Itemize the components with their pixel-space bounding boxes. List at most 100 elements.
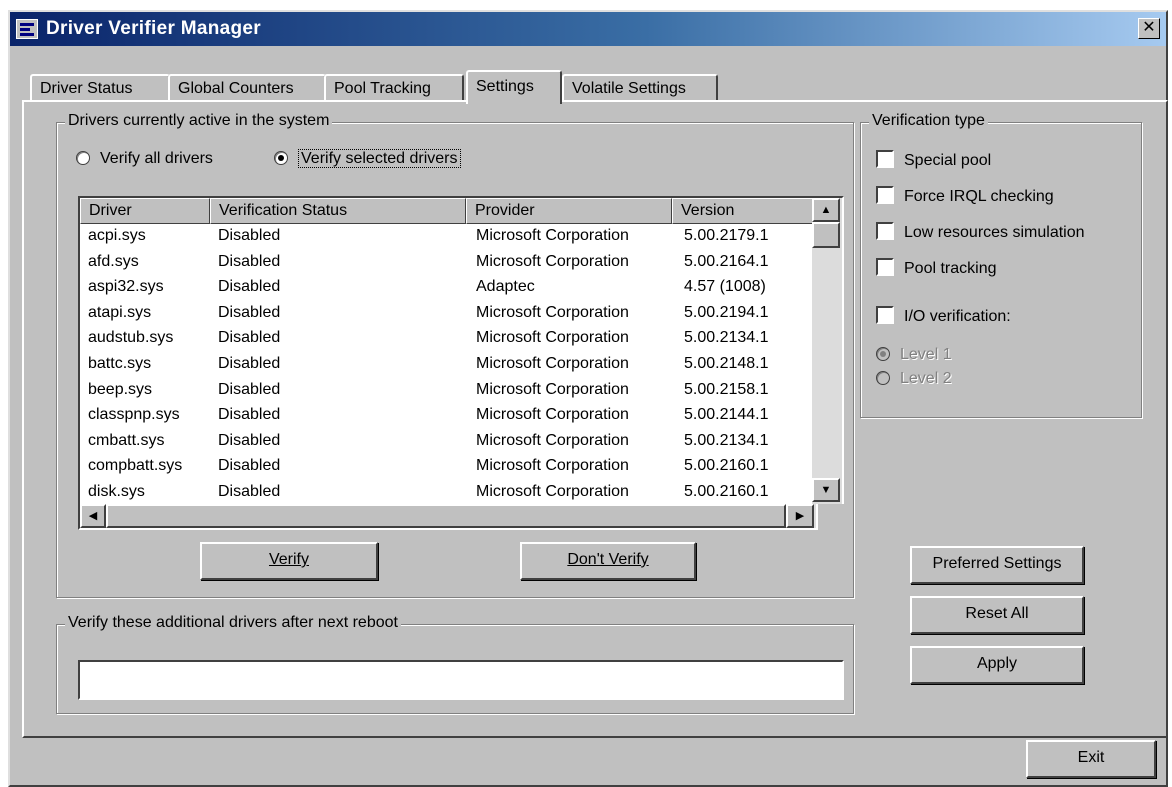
provider-cell: Microsoft Corporation [476,303,629,321]
pool-tracking-checkbox[interactable]: Pool tracking [876,258,997,278]
radio-circle [876,347,890,361]
additional-drivers-label: Verify these additional drivers after ne… [65,614,401,632]
verify-selected-label: Verify selected drivers [298,149,461,168]
table-row[interactable]: beep.sys Disabled Microsoft Corporation 5.0… [80,380,816,406]
checkbox-box [876,150,894,168]
driver-cell: battc.sys [88,354,152,372]
driver-cell: afd.sys [88,252,139,270]
exit-button[interactable]: Exit [1026,740,1156,778]
driver-list[interactable]: Driver Verification Status Provider Vers… [78,196,818,530]
status-cell: Disabled [218,482,281,500]
version-cell: 5.00.2134.1 [684,329,769,347]
dont-verify-button[interactable]: Don't Verify [520,542,696,580]
reset-all-button[interactable]: Reset All [910,596,1084,634]
pool-tracking-label: Pool tracking [904,260,997,277]
provider-cell: Microsoft Corporation [476,252,629,270]
driver-cell: beep.sys [88,380,153,398]
close-button[interactable]: ✕ [1138,18,1160,39]
scroll-up-arrow-icon[interactable]: ▲ [812,198,840,222]
version-cell: 5.00.2144.1 [684,406,769,424]
status-cell: Disabled [218,303,281,321]
io-verification-checkbox[interactable]: I/O verification: [876,306,1011,326]
version-cell: 5.00.2164.1 [684,252,769,270]
tab-global-counters[interactable]: Global Counters [168,74,326,102]
status-cell: Disabled [218,278,281,296]
list-vertical-scrollbar[interactable]: ▲ ▼ [812,196,844,504]
force-irql-label: Force IRQL checking [904,188,1054,205]
verify-button[interactable]: Verify [200,542,378,580]
table-row[interactable]: acpi.sys Disabled Microsoft Corporation 5.0… [80,226,816,252]
force-irql-checkbox[interactable]: Force IRQL checking [876,186,1054,206]
table-row[interactable]: battc.sys Disabled Microsoft Corporation 5.… [80,354,816,380]
horizontal-scroll-thumb[interactable] [106,504,786,528]
verify-button-label: Verify [268,551,309,568]
driver-cell: cmbatt.sys [88,431,165,449]
status-cell: Disabled [218,227,281,244]
radio-dot [880,351,886,357]
radio-circle [274,151,288,165]
special-pool-checkbox[interactable]: Special pool [876,150,991,170]
column-header-provider[interactable]: Provider [466,198,672,224]
tab-volatile-settings[interactable]: Volatile Settings [562,74,718,102]
apply-button[interactable]: Apply [910,646,1084,684]
list-rows: acpi.sys Disabled Microsoft Corporation 5.0… [80,226,816,506]
version-cell: 4.57 (1008) [684,278,766,296]
table-row[interactable]: compbatt.sys Disabled Microsoft Corporatio… [80,456,816,482]
provider-cell: Microsoft Corporation [476,406,629,424]
scroll-left-arrow-icon[interactable]: ◀ [80,504,106,528]
tab-driver-status[interactable]: Driver Status [30,74,170,102]
version-cell: 5.00.2160.1 [684,457,769,475]
column-header-driver[interactable]: Driver [80,198,210,224]
table-row[interactable]: audstub.sys Disabled Microsoft Corporation… [80,328,816,354]
driver-cell: audstub.sys [88,329,174,347]
level-1-label: Level 1 [900,346,952,363]
table-row[interactable]: disk.sys Disabled Microsoft Corporation 5.0… [80,482,816,506]
driver-cell: compbatt.sys [88,457,183,475]
title-bar[interactable]: Driver Verifier Manager ✕ [10,12,1166,46]
preferred-settings-button[interactable]: Preferred Settings [910,546,1084,584]
additional-drivers-input[interactable] [78,660,844,700]
low-resources-checkbox[interactable]: Low resources simulation [876,222,1085,242]
level-1-radio[interactable]: Level 1 [876,346,952,364]
driver-cell: disk.sys [88,482,145,500]
status-cell: Disabled [218,431,281,449]
scroll-right-arrow-icon[interactable]: ▶ [786,504,814,528]
provider-cell: Adaptec [476,278,535,296]
scroll-thumb[interactable] [812,222,840,248]
table-row[interactable]: classpnp.sys Disabled Microsoft Corporatio… [80,405,816,431]
window-title: Driver Verifier Manager [46,18,261,39]
column-header-verification-status[interactable]: Verification Status [210,198,466,224]
table-row[interactable]: cmbatt.sys Disabled Microsoft Corporation 5… [80,431,816,457]
status-cell: Disabled [218,252,281,270]
status-cell: Disabled [218,380,281,398]
status-cell: Disabled [218,329,281,347]
low-resources-label: Low resources simulation [904,224,1085,241]
tab-pool-tracking[interactable]: Pool Tracking [324,74,464,102]
version-cell: 5.00.2179.1 [684,227,769,244]
tab-settings[interactable]: Settings [466,70,562,104]
driver-cell: acpi.sys [88,227,146,244]
driver-cell: classpnp.sys [88,406,180,424]
provider-cell: Microsoft Corporation [476,354,629,372]
column-header-version[interactable]: Version [672,198,816,224]
app-icon [16,19,38,39]
radio-dot [278,155,284,161]
version-cell: 5.00.2160.1 [684,482,769,500]
verify-selected-radio[interactable]: Verify selected drivers [274,149,461,168]
provider-cell: Microsoft Corporation [476,457,629,475]
special-pool-label: Special pool [904,152,992,169]
list-horizontal-scrollbar[interactable]: ◀ ▶ [78,504,816,530]
scroll-down-arrow-icon[interactable]: ▼ [812,478,840,502]
provider-cell: Microsoft Corporation [476,482,629,500]
table-row[interactable]: aspi32.sys Disabled Adaptec 4.57 (1008) [80,277,816,303]
verify-all-radio[interactable]: Verify all drivers [76,150,213,168]
table-row[interactable]: afd.sys Disabled Microsoft Corporation 5.00… [80,252,816,278]
radio-circle [76,151,90,165]
provider-cell: Microsoft Corporation [476,431,629,449]
table-row[interactable]: atapi.sys Disabled Microsoft Corporation 5.… [80,303,816,329]
drivers-group-label: Drivers currently active in the system [65,112,333,130]
version-cell: 5.00.2194.1 [684,303,769,321]
level-2-radio[interactable]: Level 2 [876,370,952,388]
radio-circle [876,371,890,385]
verify-all-label: Verify all drivers [100,150,213,167]
